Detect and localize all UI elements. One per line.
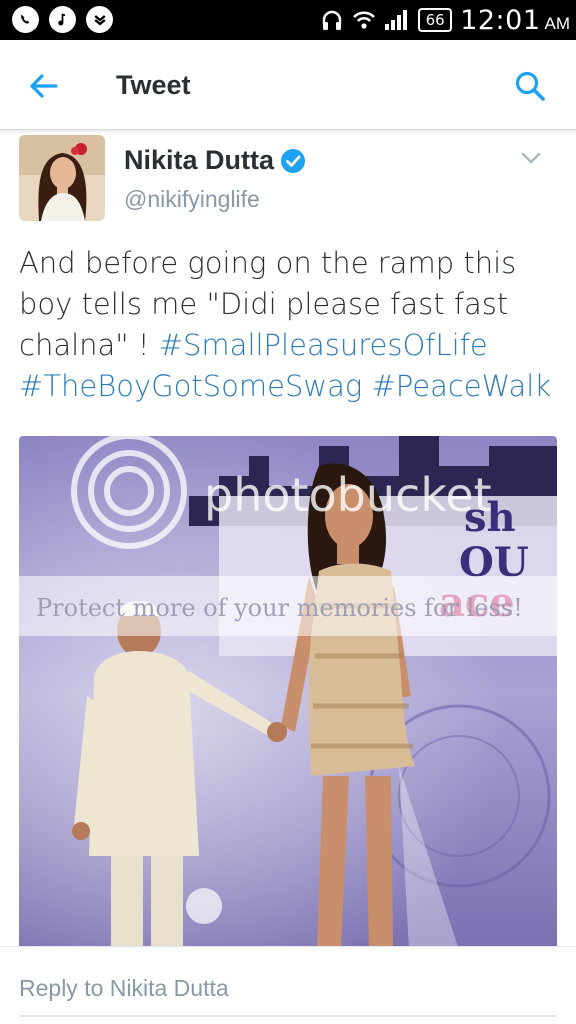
- whatsapp-icon: [12, 6, 39, 33]
- reply-underline: [19, 1015, 557, 1017]
- reply-bar: Reply to Nikita Dutta: [0, 946, 576, 1024]
- music-icon: [49, 6, 76, 33]
- hashtag-link[interactable]: #TheBoyGotSomeSwag: [19, 369, 362, 403]
- hashtag-link[interactable]: #PeaceWalk: [371, 369, 551, 403]
- user-name-text: Nikita Dutta: [124, 145, 275, 175]
- wifi-icon: [353, 11, 376, 29]
- hashtag-link[interactable]: #SmallPleasuresOfLife: [159, 328, 488, 362]
- back-button[interactable]: [24, 66, 64, 106]
- verified-badge-icon: [281, 148, 306, 173]
- search-button[interactable]: [510, 66, 550, 106]
- user-name[interactable]: Nikita Dutta: [124, 145, 306, 176]
- clock-ampm: AM: [544, 13, 571, 33]
- headphones-icon: [322, 10, 342, 30]
- signal-icon: [385, 10, 408, 30]
- status-bar-system: 66 12:01 AM: [320, 0, 570, 40]
- app-bar: Tweet: [0, 40, 576, 130]
- watermark-brand: photobucket: [204, 468, 492, 522]
- notification-icon: [86, 6, 113, 33]
- chevron-down-icon[interactable]: [520, 150, 542, 166]
- avatar[interactable]: [19, 135, 105, 221]
- clock: 12:01 AM: [460, 5, 570, 36]
- arrow-left-icon: [30, 74, 58, 98]
- user-handle[interactable]: @nikifyinglife: [124, 186, 260, 213]
- page-title: Tweet: [116, 70, 191, 100]
- battery-icon: 66: [418, 8, 453, 32]
- status-bar: 66 12:01 AM: [0, 0, 576, 40]
- tweet-photo[interactable]: sh OU ace photobucket Protect more o: [19, 436, 557, 950]
- search-icon: [515, 71, 545, 101]
- status-bar-notifications: [12, 6, 113, 33]
- watermark-tagline: Protect more of your memories for less!: [36, 594, 523, 622]
- clock-time: 12:01: [460, 4, 541, 36]
- tweet-text: And before going on the ramp this boy te…: [19, 243, 564, 407]
- reply-input[interactable]: Reply to Nikita Dutta: [19, 975, 229, 1002]
